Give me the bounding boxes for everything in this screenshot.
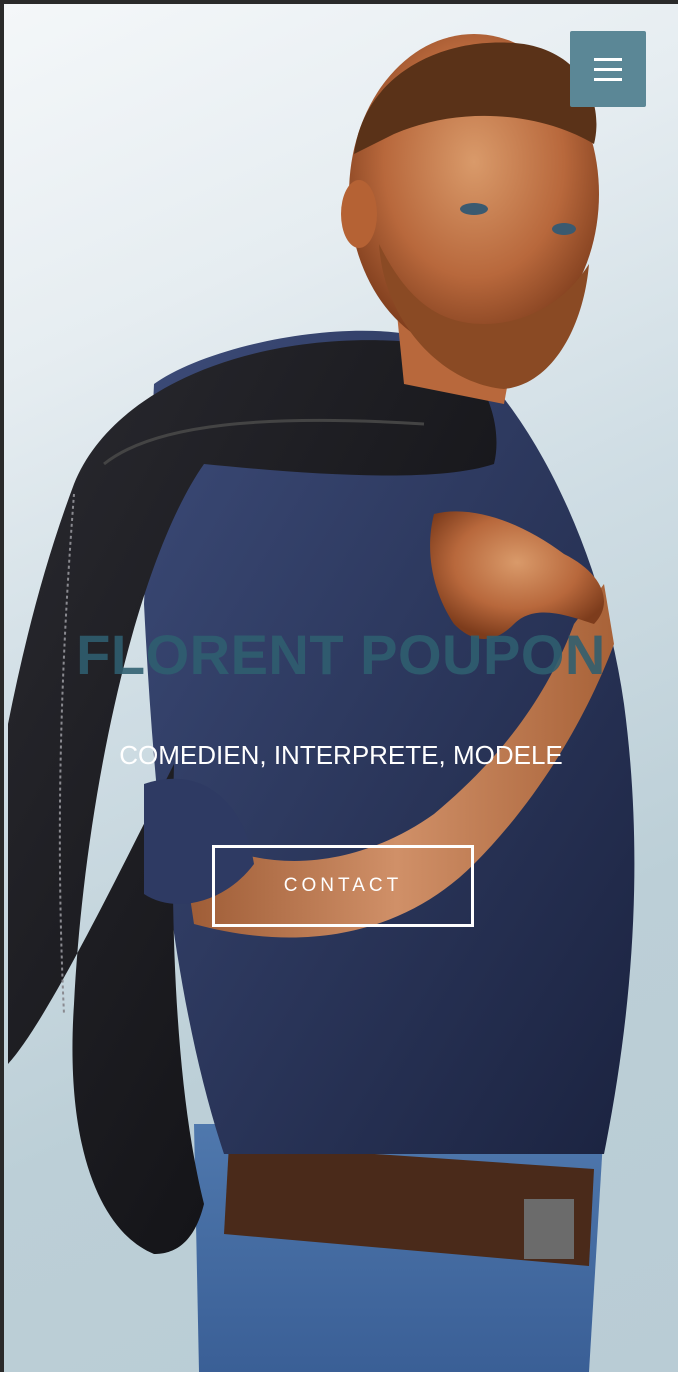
contact-button[interactable]: CONTACT xyxy=(212,845,474,927)
menu-button[interactable] xyxy=(570,31,646,107)
hero-title: FLORENT POUPON xyxy=(76,623,606,686)
hero-subtitle: COMEDIEN, INTERPRETE, MODELE xyxy=(119,740,563,770)
hero-portrait-photo xyxy=(8,34,635,1372)
page-bottom-edge xyxy=(0,1372,678,1378)
hero-section: FLORENT POUPON COMEDIEN, INTERPRETE, MOD… xyxy=(4,4,678,1372)
